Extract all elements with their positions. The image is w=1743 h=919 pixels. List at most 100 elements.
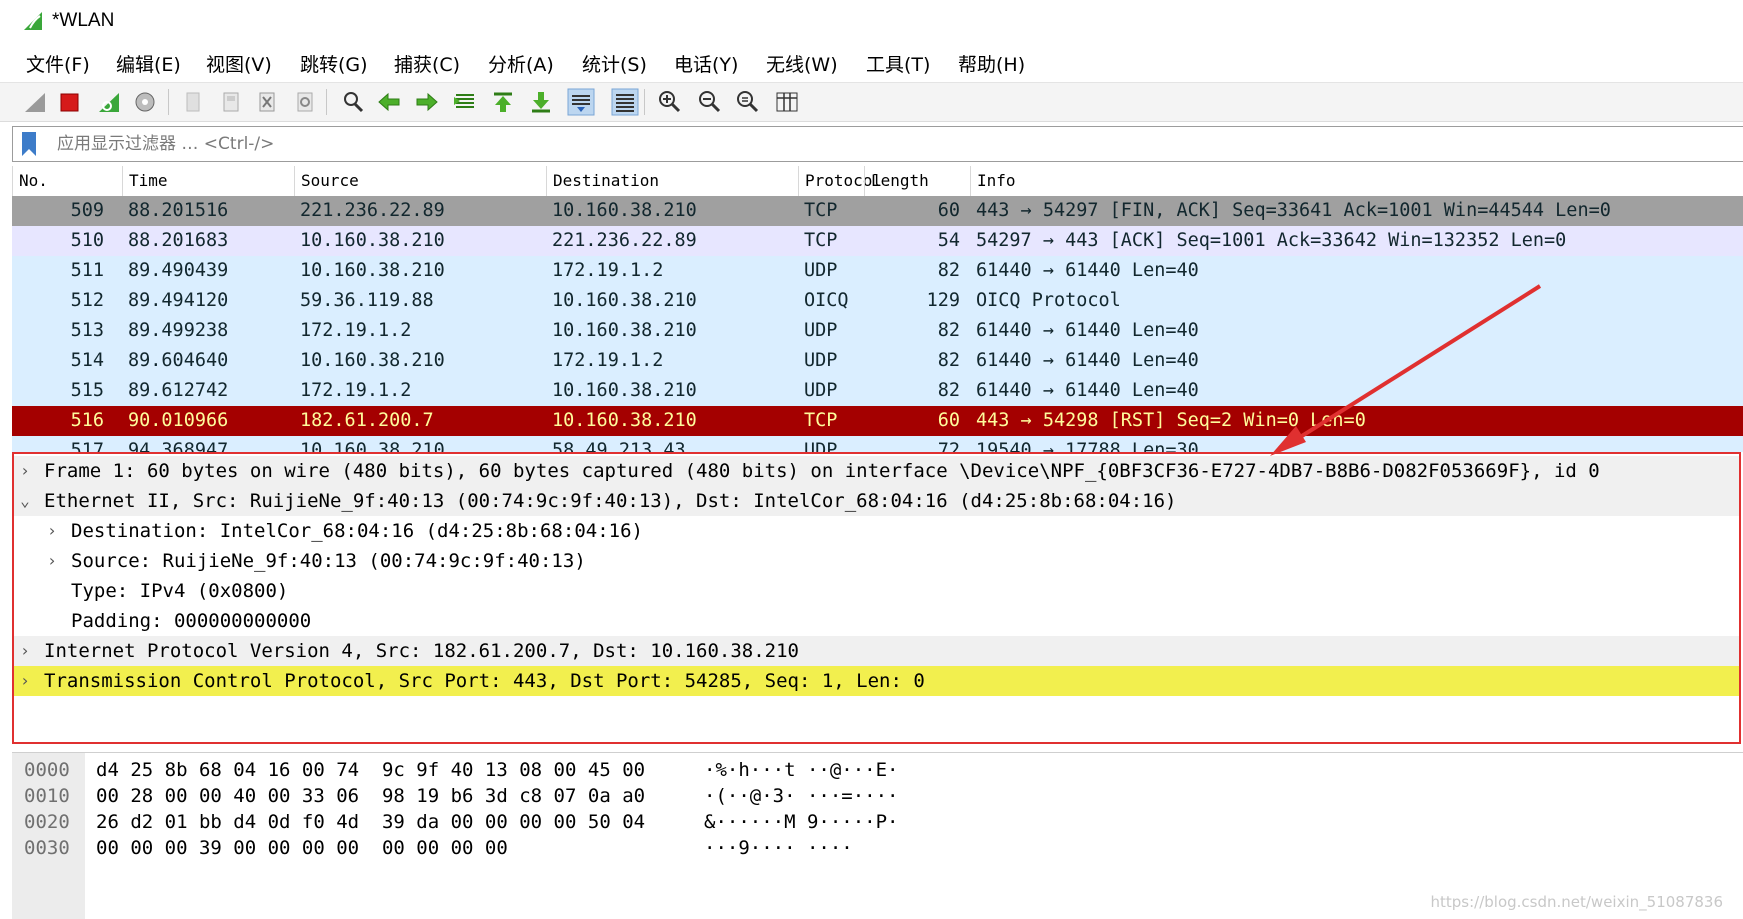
packet-source: 182.61.200.7 [300,410,434,431]
col-protocol-header[interactable]: Protocol [798,166,882,196]
packet-row[interactable]: 510 88.201683 10.160.38.210 221.236.22.89 TC… [12,226,1743,256]
hex-ascii: ···9···· ···· [704,837,853,859]
expanded-chevron-icon[interactable]: ⌄ [18,486,32,516]
bookmark-icon[interactable] [21,132,37,156]
go-to-packet-icon[interactable] [450,87,480,117]
packet-no: 514 [70,350,104,371]
hex-offset: 0010 [24,785,70,807]
detail-tree-row[interactable]: › Destination: IntelCor_68:04:16 (d4:25:8… [14,516,1739,546]
close-file-icon[interactable] [252,87,282,117]
packet-protocol: UDP [804,380,838,401]
save-file-icon[interactable] [216,87,246,117]
reload-icon[interactable] [290,87,320,117]
menu-item[interactable]: 工具(T) [866,50,930,77]
first-packet-icon-glyph [494,92,512,112]
packet-row[interactable]: 514 89.604640 10.160.38.210 172.19.1.2 UDP 82… [12,346,1743,376]
go-back-icon[interactable] [374,87,404,117]
colorize-icon-glyph [611,88,639,116]
packet-no: 517 [70,440,104,452]
menu-item[interactable]: 统计(S) [582,50,647,77]
resize-columns-icon-glyph [776,92,798,112]
col-length-header[interactable]: Length [864,166,970,196]
first-packet-icon[interactable] [488,87,518,117]
reload-icon-glyph [297,92,313,112]
packet-row[interactable]: 512 89.494120 59.36.119.88 10.160.38.210 OIC… [12,286,1743,316]
close-file-icon-glyph [259,92,275,112]
packet-time: 89.604640 [128,350,229,371]
menu-item[interactable]: 分析(A) [488,50,554,77]
capture-options-icon-glyph [135,92,155,112]
colorize-icon[interactable] [610,87,640,117]
capture-options-icon[interactable] [130,87,160,117]
detail-tree-row[interactable]: › Frame 1: 60 bytes on wire (480 bits), 6… [14,456,1739,486]
packet-no: 509 [70,200,104,221]
detail-tree-row[interactable]: › Internet Protocol Version 4, Src: 182.6… [14,636,1739,666]
last-packet-icon-glyph [532,92,550,113]
packet-row[interactable]: 517 94.368947 10.160.38.210 58.49.213.43 UDP… [12,436,1743,452]
zoom-in-icon[interactable] [654,87,684,117]
collapsed-chevron-icon[interactable]: › [45,516,59,546]
packet-row[interactable]: 513 89.499238 172.19.1.2 10.160.38.210 UDP 82… [12,316,1743,346]
packet-length: 54 [937,230,960,251]
col-no-header[interactable]: No. [12,166,122,196]
display-filter-input[interactable] [55,130,1659,158]
stop-icon[interactable] [54,87,84,117]
open-file-icon[interactable] [178,87,208,117]
detail-tree-row[interactable]: Type: IPv4 (0x0800) [14,576,1739,606]
collapsed-chevron-icon[interactable]: › [18,666,32,696]
detail-tree-row[interactable]: › Source: RuijieNe_9f:40:13 (00:74:9c:9f:… [14,546,1739,576]
find-icon-glyph [344,92,364,113]
packet-protocol: TCP [804,230,838,251]
packet-time: 89.612742 [128,380,229,401]
packet-row[interactable]: 509 88.201516 221.236.22.89 10.160.38.210 TC… [12,196,1743,226]
menu-item[interactable]: 编辑(E) [116,50,181,77]
packet-no: 513 [70,320,104,341]
packet-length: 60 [937,410,960,431]
go-forward-icon[interactable] [412,87,442,117]
hex-row[interactable]: 0000 d4 25 8b 68 04 16 00 74 9c 9f 40 13 … [12,757,1743,783]
resize-columns-icon[interactable] [772,87,802,117]
packet-row[interactable]: 511 89.490439 10.160.38.210 172.19.1.2 UDP 82… [12,256,1743,286]
collapsed-chevron-icon[interactable]: › [18,456,32,486]
menu-item[interactable]: 电话(Y) [674,50,738,77]
zoom-normal-icon[interactable] [732,87,762,117]
autoscroll-icon[interactable] [566,87,596,117]
detail-tree-row[interactable]: › Transmission Control Protocol, Src Port… [14,666,1739,696]
restart-icon[interactable] [94,87,124,117]
packet-protocol: UDP [804,440,838,452]
packet-destination: 10.160.38.210 [552,290,697,311]
hex-row[interactable]: 0030 00 00 00 39 00 00 00 00 00 00 00 00 ·… [12,835,1743,861]
find-icon[interactable] [338,87,368,117]
detail-tree-row[interactable]: ⌄ Ethernet II, Src: RuijieNe_9f:40:13 (00… [14,486,1739,516]
collapsed-chevron-icon[interactable]: › [18,636,32,666]
col-destination-header[interactable]: Destination [546,166,798,196]
packet-info: 443 → 54298 [RST] Seq=2 Win=0 Len=0 [976,410,1366,431]
shark-fin-start-icon[interactable] [20,87,50,117]
packet-row[interactable]: 516 90.010966 182.61.200.7 10.160.38.210 TCP… [12,406,1743,436]
packet-row[interactable]: 515 89.612742 172.19.1.2 10.160.38.210 UDP 82… [12,376,1743,406]
menu-item[interactable]: 帮助(H) [958,50,1025,77]
packet-time: 88.201683 [128,230,229,251]
menu-item[interactable]: 捕获(C) [394,50,460,77]
last-packet-icon[interactable] [526,87,556,117]
collapsed-chevron-icon[interactable]: › [45,546,59,576]
col-time-header[interactable]: Time [122,166,294,196]
zoom-out-icon[interactable] [694,87,724,117]
zoom-normal-icon-glyph [737,91,759,113]
detail-tree-label: Type: IPv4 (0x0800) [71,580,289,602]
menu-item[interactable]: 无线(W) [766,50,838,77]
detail-tree-row[interactable]: Padding: 000000000000 [14,606,1739,636]
packet-protocol: UDP [804,320,838,341]
hex-row[interactable]: 0010 00 28 00 00 40 00 33 06 98 19 b6 3d … [12,783,1743,809]
hex-offset: 0020 [24,811,70,833]
packet-length: 129 [926,290,960,311]
hex-row[interactable]: 0020 26 d2 01 bb d4 0d f0 4d 39 da 00 00 … [12,809,1743,835]
col-info-header[interactable]: Info [970,166,1743,196]
menu-item[interactable]: 视图(V) [206,50,272,77]
col-source-header[interactable]: Source [294,166,546,196]
wireshark-logo-icon [24,12,42,30]
menu-item[interactable]: 文件(F) [26,50,90,77]
packet-info: 61440 → 61440 Len=40 [976,380,1199,401]
menu-item[interactable]: 跳转(G) [300,50,368,77]
packet-list: No. Time Source Destination Protocol Length In… [12,166,1743,452]
